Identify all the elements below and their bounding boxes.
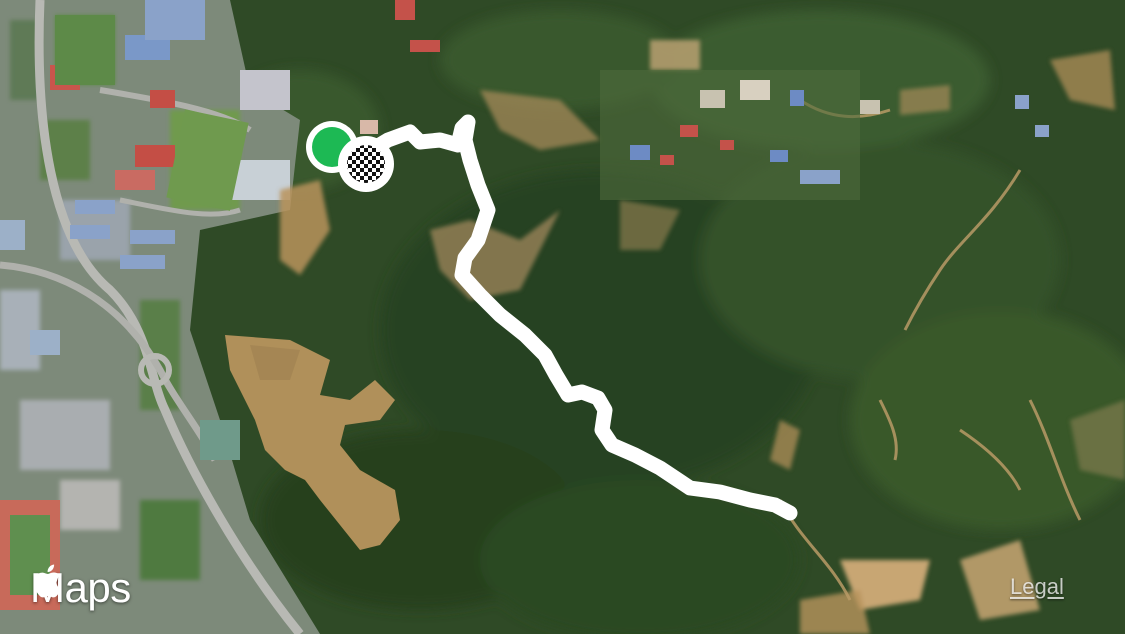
maps-attribution-logo: Maps <box>30 562 131 614</box>
finish-marker[interactable] <box>338 136 394 192</box>
apple-logo-icon <box>34 564 61 598</box>
map-view[interactable]: Maps Legal <box>0 0 1125 634</box>
legal-link[interactable]: Legal <box>1010 574 1064 600</box>
satellite-imagery <box>0 0 1125 634</box>
